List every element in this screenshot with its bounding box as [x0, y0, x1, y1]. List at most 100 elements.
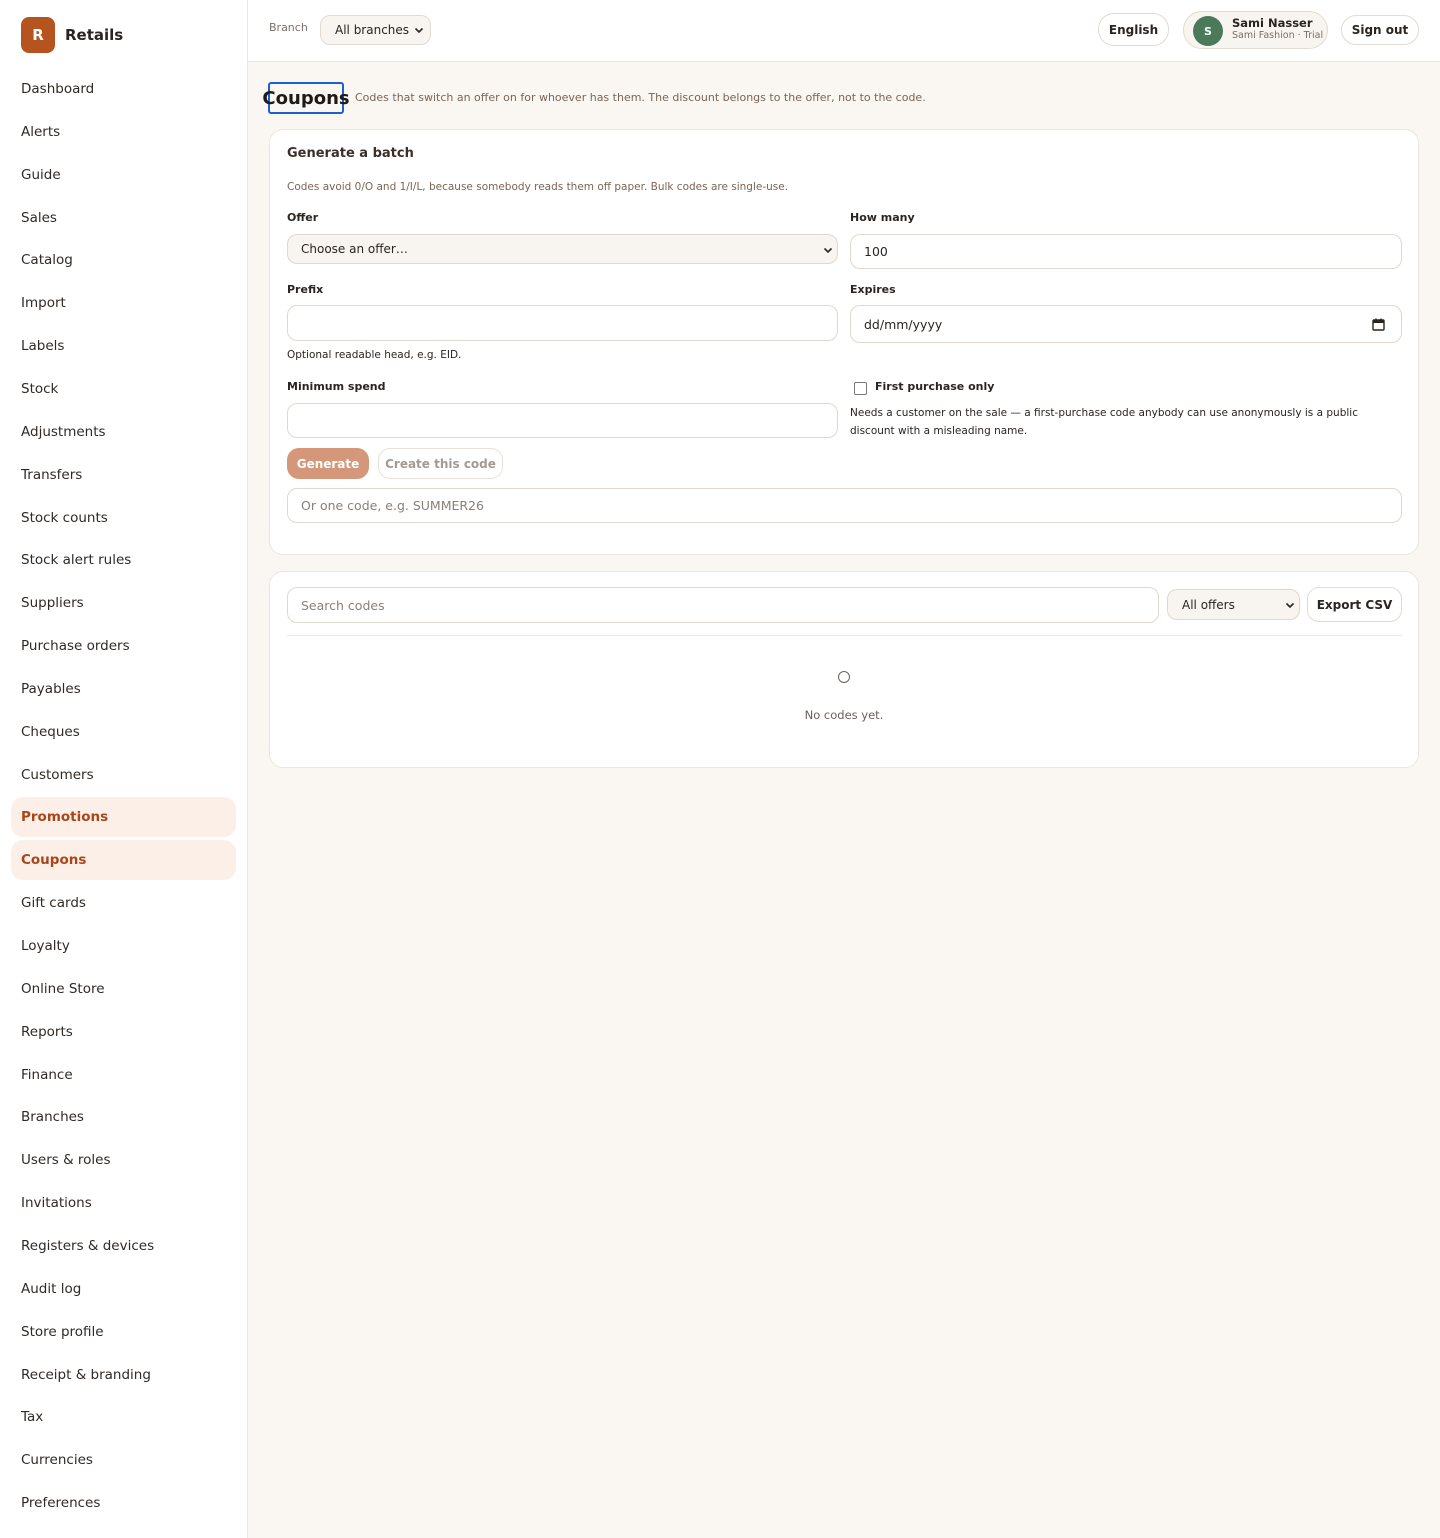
sidebar-item-guide[interactable]: Guide: [11, 155, 236, 195]
how-many-label: How many: [850, 211, 915, 224]
prefix-label: Prefix: [287, 283, 324, 296]
sidebar-item-label: Cheques: [21, 723, 80, 740]
first-purchase-note: Needs a customer on the sale — a first-p…: [850, 407, 1358, 437]
sidebar-item-stock-counts[interactable]: Stock counts: [11, 498, 236, 538]
sidebar-item-label: Online Store: [21, 980, 105, 997]
export-csv-button[interactable]: Export CSV: [1307, 587, 1402, 622]
sidebar-item-label: Invitations: [21, 1195, 92, 1212]
sidebar-item-gift-cards[interactable]: Gift cards: [11, 883, 236, 923]
sidebar-item-reports[interactable]: Reports: [11, 1012, 236, 1052]
sidebar-item-label: Guide: [21, 166, 61, 183]
sidebar-item-label: Users & roles: [21, 1152, 111, 1169]
sidebar-item-currencies[interactable]: Currencies: [11, 1440, 236, 1480]
sidebar-item-label: Stock counts: [21, 509, 108, 526]
sidebar-item-label: Currencies: [21, 1452, 93, 1469]
offer-filter-select[interactable]: All offers: [1167, 589, 1300, 620]
branch-select-value: All branches: [335, 23, 410, 37]
sidebar-item-invitations[interactable]: Invitations: [11, 1183, 236, 1223]
prefix-input[interactable]: [287, 305, 838, 341]
sidebar-item-catalog[interactable]: Catalog: [11, 240, 236, 280]
prefix-note: Optional readable head, e.g. EID.: [287, 349, 462, 361]
sidebar-item-loyalty[interactable]: Loyalty: [11, 926, 236, 966]
sidebar-item-label: Labels: [21, 338, 65, 355]
create-code-button[interactable]: Create this code: [378, 448, 503, 479]
sidebar-item-dashboard[interactable]: Dashboard: [11, 69, 236, 109]
empty-state-icon: [838, 671, 850, 683]
brand-logo: R: [21, 17, 55, 53]
sidebar-item-label: Promotions: [21, 809, 109, 826]
how-many-input[interactable]: 100: [850, 234, 1402, 269]
minimum-spend-label: Minimum spend: [287, 380, 386, 393]
how-many-value: 100: [864, 244, 888, 259]
user-name: Sami Nasser: [1232, 16, 1313, 30]
sidebar-item-label: Tax: [21, 1409, 44, 1426]
calendar-icon[interactable]: [1372, 318, 1385, 331]
sidebar-item-users-and-roles[interactable]: Users & roles: [11, 1140, 236, 1180]
first-purchase-checkbox[interactable]: [854, 382, 867, 395]
sidebar-item-purchase-orders[interactable]: Purchase orders: [11, 626, 236, 666]
sidebar-item-alerts[interactable]: Alerts: [11, 112, 236, 152]
sidebar-item-label: Receipt & branding: [21, 1366, 151, 1383]
sidebar-item-label: Dashboard: [21, 81, 95, 97]
user-subtitle: Sami Fashion · Trial: [1232, 30, 1324, 41]
avatar: S: [1193, 16, 1223, 46]
branch-select[interactable]: All branches: [320, 15, 431, 45]
chevron-down-icon: [1285, 602, 1295, 609]
sidebar-item-audit-log[interactable]: Audit log: [11, 1269, 236, 1309]
single-code-input[interactable]: Or one code, e.g. SUMMER26: [287, 488, 1402, 523]
sidebar-item-import[interactable]: Import: [11, 283, 236, 323]
sidebar-item-suppliers[interactable]: Suppliers: [11, 583, 236, 623]
language-button[interactable]: English: [1098, 13, 1169, 46]
sidebar-item-label: Audit log: [21, 1280, 82, 1297]
sidebar-item-promotions[interactable]: Promotions: [11, 797, 236, 838]
sidebar: R Retails Dashboard Alerts Guide Sales Catal…: [0, 0, 248, 1538]
sidebar-item-label: Adjustments: [21, 423, 106, 440]
offer-select[interactable]: Choose an offer…: [287, 234, 838, 264]
expires-placeholder: dd/mm/yyyy: [864, 316, 943, 332]
sidebar-item-label: Stock alert rules: [21, 552, 132, 569]
sidebar-item-stock[interactable]: Stock: [11, 369, 236, 409]
search-codes-placeholder: Search codes: [301, 597, 385, 613]
sidebar-item-label: Import: [21, 295, 66, 312]
sidebar-item-registers-and-devices[interactable]: Registers & devices: [11, 1226, 236, 1266]
sidebar-item-stock-alert-rules[interactable]: Stock alert rules: [11, 540, 236, 580]
sidebar-item-label: Suppliers: [21, 595, 84, 612]
sidebar-item-cheques[interactable]: Cheques: [11, 712, 236, 752]
search-codes-input[interactable]: Search codes: [287, 587, 1159, 623]
sidebar-item-finance[interactable]: Finance: [11, 1055, 236, 1095]
sidebar-item-label: Finance: [21, 1066, 73, 1083]
sidebar-item-label: Catalog: [21, 252, 73, 269]
divider: [287, 635, 1402, 636]
sidebar-item-label: Sales: [21, 209, 57, 226]
sidebar-item-label: Purchase orders: [21, 638, 130, 655]
sidebar-item-payables[interactable]: Payables: [11, 669, 236, 709]
generate-button[interactable]: Generate: [287, 448, 369, 479]
sidebar-item-label: Payables: [21, 680, 81, 697]
first-purchase-label[interactable]: First purchase only: [875, 380, 994, 393]
sidebar-item-transfers[interactable]: Transfers: [11, 455, 236, 495]
brand[interactable]: R Retails: [21, 17, 123, 53]
sidebar-item-tax[interactable]: Tax: [11, 1397, 236, 1437]
sidebar-item-label: Coupons: [21, 852, 87, 869]
sidebar-item-label: Stock: [21, 380, 59, 397]
sidebar-item-preferences[interactable]: Preferences: [11, 1483, 236, 1523]
sidebar-item-label: Loyalty: [21, 938, 70, 954]
sidebar-item-adjustments[interactable]: Adjustments: [11, 412, 236, 452]
sidebar-item-sales[interactable]: Sales: [11, 198, 236, 238]
sidebar-item-customers[interactable]: Customers: [11, 755, 236, 795]
sign-out-button[interactable]: Sign out: [1341, 15, 1419, 45]
sidebar-item-store-profile[interactable]: Store profile: [11, 1312, 236, 1352]
user-menu[interactable]: S Sami Nasser Sami Fashion · Trial: [1183, 11, 1328, 49]
generate-hint: Codes avoid 0/O and 1/I/L, because someb…: [287, 181, 789, 193]
sidebar-item-coupons[interactable]: Coupons: [11, 840, 236, 881]
sidebar-item-branches[interactable]: Branches: [11, 1097, 236, 1137]
offer-filter-value: All offers: [1182, 597, 1235, 612]
sidebar-item-label: Registers & devices: [21, 1237, 155, 1254]
sidebar-item-labels[interactable]: Labels: [11, 326, 236, 366]
sidebar-item-receipt-and-branding[interactable]: Receipt & branding: [11, 1355, 236, 1395]
chevron-down-icon: [414, 27, 424, 34]
minimum-spend-input[interactable]: [287, 403, 838, 438]
sidebar-item-label: Transfers: [21, 466, 83, 483]
sidebar-item-online-store[interactable]: Online Store: [11, 969, 236, 1009]
expires-date-input[interactable]: dd/mm/yyyy: [850, 305, 1402, 343]
